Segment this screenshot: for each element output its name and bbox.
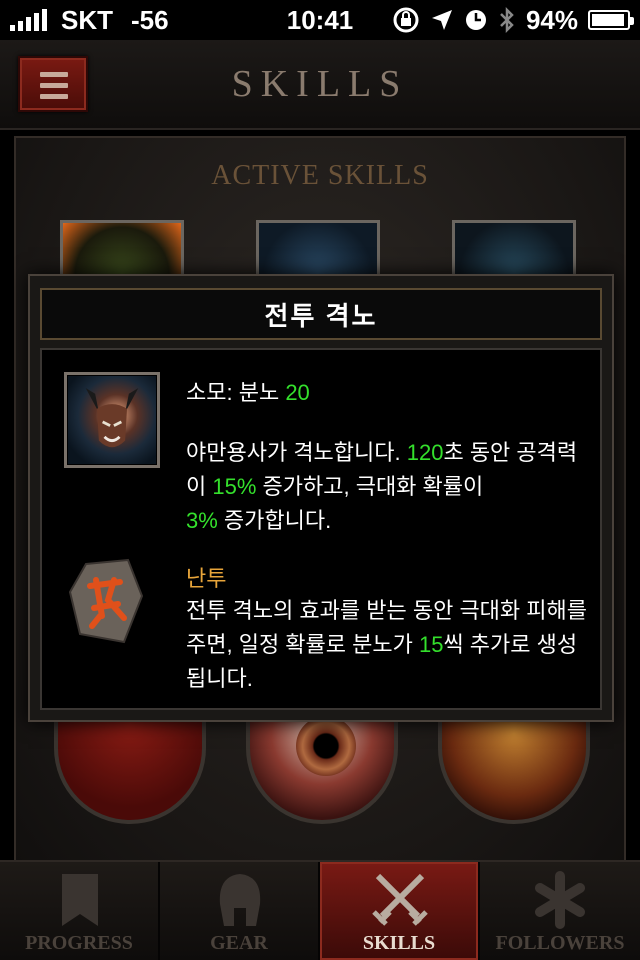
cost-label: 소모: 분노	[186, 380, 286, 405]
banner-icon	[62, 874, 98, 926]
tooltip-header: 전투 격노	[40, 288, 602, 340]
status-bar: SKT -56 10:41 94%	[0, 0, 640, 40]
damage-value: 15%	[212, 474, 257, 499]
rune-name: 난투	[186, 566, 227, 591]
crossed-swords-icon	[372, 873, 428, 926]
tab-progress[interactable]: PROGRESS	[0, 862, 160, 960]
alarm-icon	[465, 10, 486, 30]
tab-followers[interactable]: FOLLOWERS	[480, 862, 640, 960]
tooltip-body: 소모: 분노 20 야만용사가 격노합니다. 120초 동안 공격력이 15% …	[40, 348, 602, 710]
skill-tooltip[interactable]: 전투 격노 소모: 분노 20 야만용사가 격노합니다. 120초 동안 공격력…	[28, 274, 614, 722]
tab-label: FOLLOWERS	[495, 932, 625, 954]
active-skill-slot-2[interactable]	[256, 220, 380, 280]
page-title: SKILLS	[231, 63, 409, 105]
rune-icon	[68, 558, 144, 644]
tab-skills[interactable]: SKILLS	[320, 862, 480, 960]
battle-rage-skill-icon	[64, 372, 160, 468]
battery-percent: 94%	[525, 4, 578, 35]
tab-label: PROGRESS	[25, 932, 133, 954]
section-title: ACTIVE SKILLS	[211, 160, 429, 191]
description-text: 증가하고, 극대화 확률이	[256, 474, 484, 499]
description-text: 증가합니다.	[217, 508, 332, 533]
tab-label: GEAR	[210, 932, 268, 954]
skill-name: 전투 격노	[264, 300, 378, 331]
tab-label: SKILLS	[362, 932, 436, 954]
signal-strength-icon	[10, 9, 47, 31]
helmet-icon	[219, 874, 261, 926]
tab-bar: PROGRESS GEAR SKILLS FOLLOWERS	[0, 860, 640, 960]
location-icon	[431, 10, 452, 30]
duration-value: 120	[406, 440, 444, 465]
cost-value: 20	[285, 380, 310, 405]
eye-icon	[296, 716, 356, 776]
crit-value: 3%	[186, 508, 218, 533]
orientation-lock-icon	[393, 7, 419, 33]
description-text: 야만용사가 격노합니다.	[186, 440, 407, 465]
app-header: SKILLS	[0, 40, 640, 130]
active-skill-slot-3[interactable]	[452, 220, 576, 280]
active-skill-slot-1[interactable]	[60, 220, 184, 280]
bluetooth-icon	[500, 6, 514, 34]
tab-gear[interactable]: GEAR	[160, 862, 320, 960]
skill-description: 야만용사가 격노합니다. 120초 동안 공격력이 15% 증가하고, 극대화 …	[186, 436, 590, 538]
resource-cost: 소모: 분노 20	[186, 376, 310, 410]
battery-level	[592, 14, 624, 26]
battery-icon	[588, 10, 634, 30]
rune-description: 전투 격노의 효과를 받는 동안 극대화 피해를 주면, 일정 확률로 분노가 …	[186, 594, 590, 696]
carrier-name: SKT	[61, 4, 113, 35]
signal-value: -56	[131, 4, 169, 35]
rune-value: 15	[418, 632, 444, 657]
asterisk-icon	[535, 871, 585, 929]
